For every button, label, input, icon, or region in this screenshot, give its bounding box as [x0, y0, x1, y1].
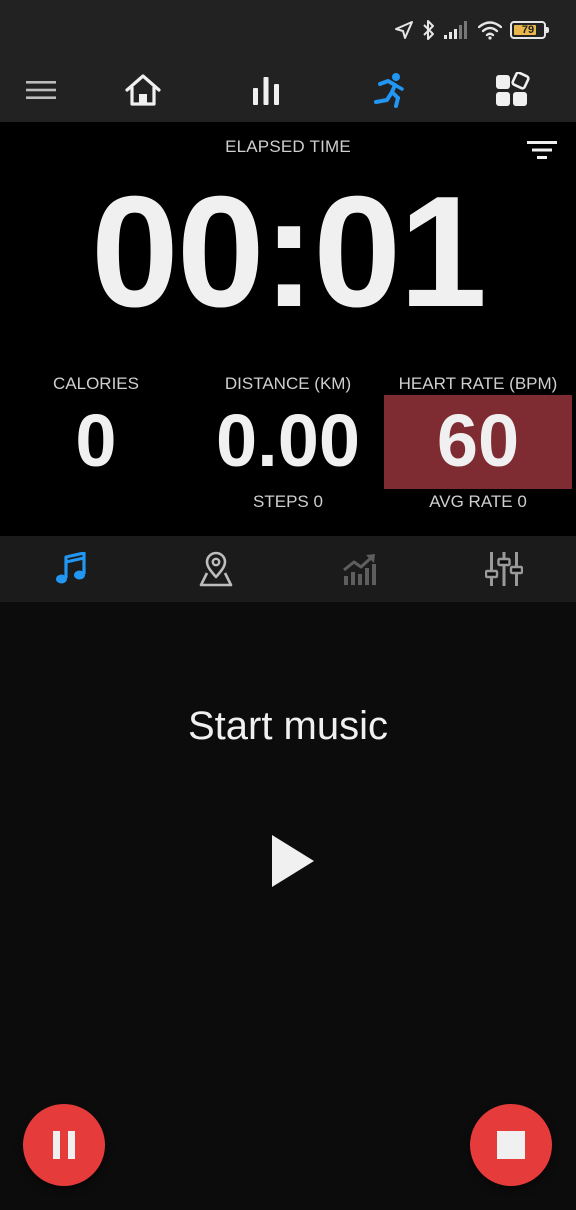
calories-value: 0 — [75, 399, 117, 482]
distance-metric: DISTANCE (KM) 0.00 STEPS 0 — [196, 362, 380, 522]
stop-workout-button[interactable] — [470, 1104, 552, 1186]
elapsed-time-label: ELAPSED TIME — [225, 137, 351, 156]
home-icon — [125, 74, 161, 106]
avg-heart-rate: AVG RATE 0 — [429, 492, 527, 511]
widgets-icon — [496, 72, 530, 106]
status-icons: 79 — [394, 16, 549, 44]
hamburger-menu-icon — [26, 81, 56, 99]
pause-icon — [53, 1131, 75, 1159]
steps-count: STEPS 0 — [253, 492, 323, 511]
tab-chart[interactable] — [330, 541, 390, 597]
calories-metric: CALORIES 0 — [10, 362, 182, 522]
tab-settings[interactable] — [474, 541, 534, 597]
workout-stats-panel: ELAPSED TIME 00:01 CALORIES 0 DISTANCE (… — [0, 122, 576, 536]
heart-rate-value: 60 — [436, 399, 520, 482]
play-button[interactable] — [258, 826, 328, 896]
location-arrow-icon — [394, 20, 414, 40]
bluetooth-icon — [422, 19, 436, 41]
workout-screen: 79 ELAPSED TIME 00:01 CALORIES 0 DISTANC… — [0, 0, 576, 1210]
running-person-icon — [374, 73, 404, 108]
workout-tab-bar — [0, 536, 576, 602]
calories-label: CALORIES — [53, 374, 139, 393]
battery-icon: 79 — [510, 21, 549, 39]
filter-sort-icon — [527, 141, 557, 159]
menu-button[interactable] — [13, 62, 69, 118]
pause-workout-button[interactable] — [23, 1104, 105, 1186]
trend-chart-icon — [343, 554, 376, 585]
home-button[interactable] — [115, 62, 171, 118]
widgets-button[interactable] — [485, 62, 541, 118]
map-pin-icon — [199, 551, 233, 587]
start-music-label: Start music — [187, 704, 389, 748]
play-icon — [272, 835, 314, 887]
cell-signal-icon — [444, 21, 470, 39]
stats-button[interactable] — [238, 62, 294, 118]
wifi-icon — [478, 20, 502, 40]
equalizer-sliders-icon — [485, 552, 523, 586]
tab-music[interactable] — [41, 541, 101, 597]
workout-button[interactable] — [361, 62, 417, 118]
elapsed-time-value: 00:01 — [90, 164, 487, 340]
heart-rate-label: HEART RATE (BPM) — [398, 374, 558, 393]
bar-chart-icon — [253, 77, 279, 105]
stop-icon — [497, 1131, 525, 1159]
heart-rate-metric: HEART RATE (BPM) 60 AVG RATE 0 — [384, 362, 572, 522]
top-navigation — [0, 58, 576, 122]
status-bar: 79 — [0, 0, 576, 58]
tab-map[interactable] — [186, 541, 246, 597]
distance-label: DISTANCE (KM) — [224, 374, 352, 393]
distance-value: 0.00 — [215, 399, 361, 482]
battery-level-text: 79 — [521, 24, 535, 36]
music-note-icon — [56, 552, 86, 584]
